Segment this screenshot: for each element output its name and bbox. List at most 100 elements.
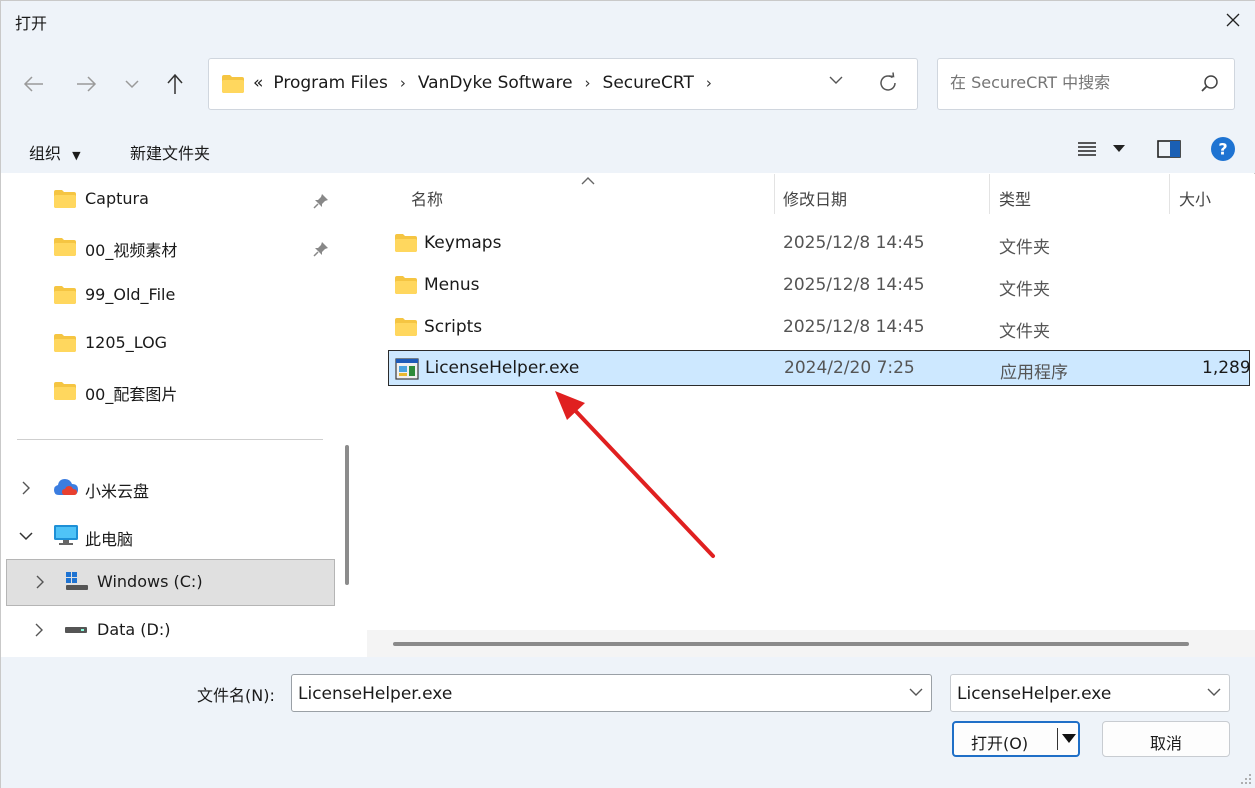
filename-value[interactable]: LicenseHelper.exe [298,684,452,704]
column-header-type[interactable]: 类型 [999,186,1031,210]
address-bar[interactable]: « Program Files › VanDyke Software › Sec… [208,58,918,110]
new-folder-button[interactable]: 新建文件夹 [130,140,210,164]
chevron-right-icon[interactable] [34,623,44,637]
folder-icon [54,334,76,352]
file-modified: 2025/12/8 14:45 [783,233,925,253]
file-modified: 2024/2/20 7:25 [784,358,915,378]
file-row[interactable]: Scripts 2025/12/8 14:45 文件夹 [388,309,1250,345]
tree-item-drive-d[interactable]: Data (D:) [1,608,341,652]
command-bar: 组织 ▼ 新建文件夹 ? [1,127,1255,173]
chevron-down-icon[interactable] [19,531,33,541]
forward-button[interactable] [71,69,101,99]
view-list-icon[interactable] [1077,140,1097,158]
chevron-down-icon[interactable] [829,75,843,85]
tree-item-cloud[interactable]: 小米云盘 [1,465,341,509]
breadcrumb-program-files[interactable]: Program Files [273,73,387,93]
scrollbar-thumb[interactable] [393,642,1189,646]
file-type: 文件夹 [999,238,1050,258]
folder-icon [54,190,76,208]
windows-drive-icon [66,572,88,590]
file-row[interactable]: Keymaps 2025/12/8 14:45 文件夹 [388,225,1250,261]
file-type: 应用程序 [1000,363,1068,383]
quick-access-item[interactable]: 00_视频素材 [1,224,341,268]
breadcrumb-vandyke-software[interactable]: VanDyke Software [418,73,573,93]
file-list: 名称 修改日期 类型 大小 Keymaps 2025/12/8 14:45 文件… [361,174,1255,657]
quick-access-label: 00_配套图片 [85,385,178,404]
chevron-right-icon[interactable] [21,481,31,495]
tree-item-drive-c[interactable]: Windows (C:) [6,559,335,606]
arrow-right-icon [77,76,97,92]
file-modified: 2025/12/8 14:45 [783,317,925,337]
preview-pane-icon[interactable] [1157,139,1181,159]
quick-access-item[interactable]: 1205_LOG [1,320,341,364]
tree-label: Data (D:) [97,620,171,639]
chevron-right-icon[interactable]: › [585,74,591,92]
search-icon[interactable] [1200,74,1220,94]
chevron-right-icon[interactable] [35,575,45,589]
column-header-size[interactable]: 大小 [1179,186,1211,210]
quick-access-label: 99_Old_File [85,285,176,304]
file-type-filter[interactable]: LicenseHelper.exe [950,674,1230,712]
split-divider [1057,728,1058,750]
column-divider[interactable] [989,174,990,214]
horizontal-scrollbar[interactable] [367,630,1255,657]
close-button[interactable] [1210,1,1255,39]
column-header-modified[interactable]: 修改日期 [783,186,847,210]
close-icon [1226,13,1240,27]
pin-icon[interactable] [313,193,329,209]
file-type: 文件夹 [999,280,1050,300]
nav-divider [17,439,323,440]
svg-text:?: ? [1218,140,1227,159]
refresh-icon[interactable] [877,72,899,94]
quick-access-item[interactable]: Captura [1,176,341,220]
quick-access-label: 00_视频素材 [85,241,178,260]
help-icon[interactable]: ? [1210,136,1236,162]
chevron-down-icon[interactable] [1207,687,1221,697]
back-button[interactable] [19,69,49,99]
window-title: 打开 [15,14,48,33]
file-type: 文件夹 [999,322,1050,342]
filter-value: LicenseHelper.exe [957,684,1112,704]
column-header-name[interactable]: 名称 [411,186,443,210]
up-button[interactable] [160,69,190,99]
tree-label: Windows (C:) [97,572,203,591]
file-row-selected[interactable]: LicenseHelper.exe 2024/2/20 7:25 应用程序 1,… [388,350,1251,386]
recent-locations-button[interactable] [117,69,147,99]
column-divider[interactable] [774,174,775,214]
tree-label: 此电脑 [85,530,134,549]
resize-grip-icon[interactable] [1240,773,1252,785]
tree-item-this-pc[interactable]: 此电脑 [1,513,341,557]
cancel-button[interactable]: 取消 [1102,721,1230,757]
column-divider[interactable] [1169,174,1170,214]
search-input[interactable] [950,73,1190,92]
pin-icon[interactable] [313,241,329,257]
caret-down-icon[interactable] [1062,734,1076,744]
folder-icon [54,286,76,304]
navigation-scrollbar[interactable] [345,445,349,585]
filename-input[interactable]: LicenseHelper.exe [291,674,932,712]
open-button[interactable]: 打开(O) [952,721,1080,757]
chevron-down-icon[interactable] [909,687,923,697]
dialog-footer: 文件名(N): LicenseHelper.exe LicenseHelper.… [1,657,1255,788]
breadcrumb-securecrt[interactable]: SecureCRT [603,73,694,93]
cancel-button-label: 取消 [1149,734,1182,753]
chevron-down-icon [125,80,139,89]
quick-access-item[interactable]: 00_配套图片 [1,368,341,412]
folder-icon [395,318,417,336]
arrow-up-icon [167,73,183,94]
folder-icon [54,382,76,400]
file-row[interactable]: Menus 2025/12/8 14:45 文件夹 [388,267,1250,303]
folder-icon [395,234,417,252]
organize-menu[interactable]: 组织 ▼ [29,140,81,164]
navigation-row: « Program Files › VanDyke Software › Sec… [1,41,1255,127]
file-name: Menus [424,275,480,295]
drive-icon [65,627,87,633]
chevron-right-icon[interactable]: › [400,74,406,92]
chevron-right-icon[interactable]: › [706,74,712,92]
quick-access-item[interactable]: 99_Old_File [1,272,341,316]
title-bar: 打开 [1,1,1255,41]
breadcrumb-overflow[interactable]: « [253,73,263,93]
search-box[interactable] [937,58,1235,110]
folder-icon [395,276,417,294]
view-options-caret-icon[interactable] [1113,145,1125,153]
